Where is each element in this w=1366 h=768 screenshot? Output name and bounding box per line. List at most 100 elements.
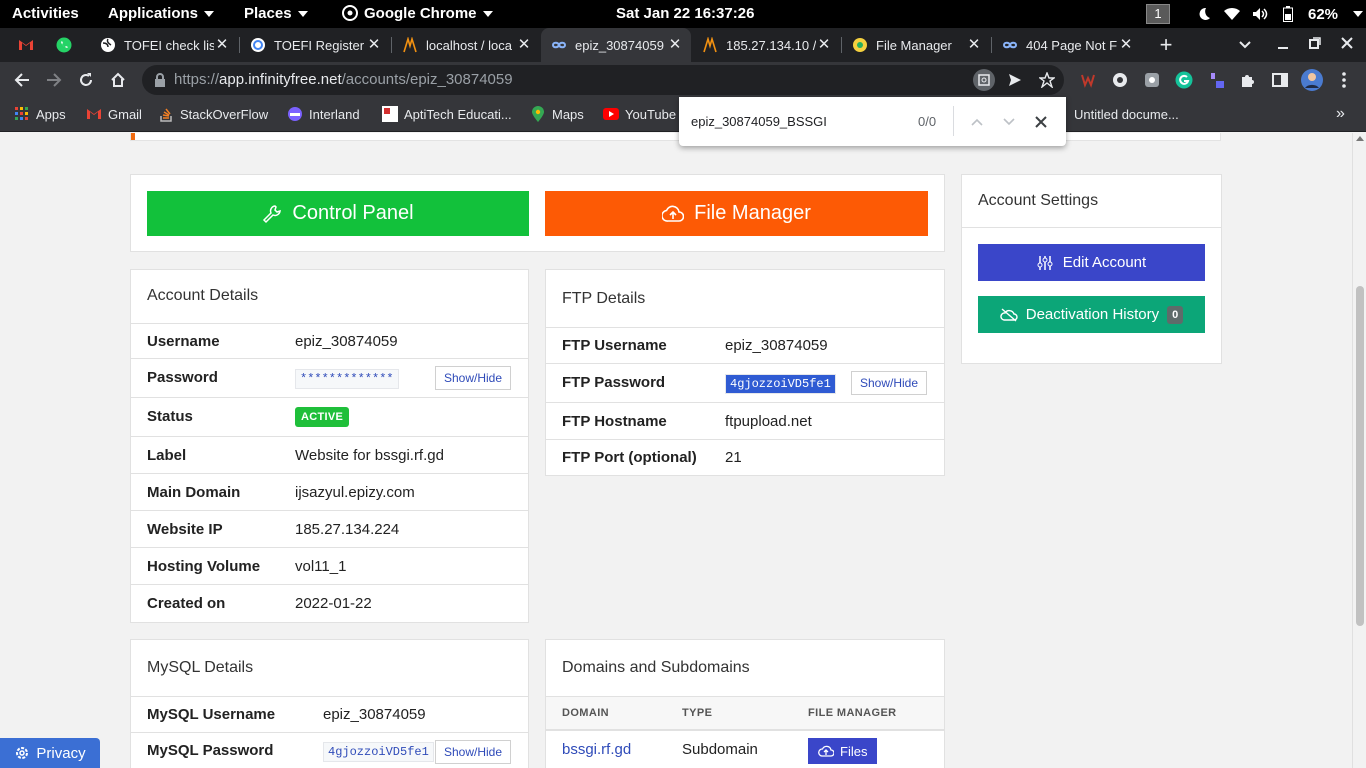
system-tray[interactable]: 62% xyxy=(1196,0,1366,28)
files-label: Files xyxy=(840,743,868,759)
bookmark-maps[interactable]: Maps xyxy=(530,98,584,130)
find-in-page-icon[interactable] xyxy=(973,69,995,91)
extensions-puzzle-icon[interactable] xyxy=(1238,70,1258,90)
address-bar[interactable]: https://app.infinityfree.net/accounts/ep… xyxy=(142,65,1064,95)
show-hide-mysql-password-button[interactable]: Show/Hide xyxy=(435,740,512,764)
bookmark-stackoverflow[interactable]: StackOverFlow xyxy=(158,98,268,130)
infinityfree-icon xyxy=(1002,37,1018,53)
row-key: Status xyxy=(147,408,193,425)
chevron-up-icon xyxy=(971,118,983,126)
row-key: FTP Password xyxy=(562,374,666,391)
close-tab-icon[interactable]: ✕ xyxy=(214,37,230,53)
show-hide-ftp-password-button[interactable]: Show/Hide xyxy=(851,371,928,395)
extension-red-icon[interactable] xyxy=(1078,70,1098,90)
control-panel-button[interactable]: Control Panel xyxy=(147,191,529,236)
scroll-up-arrow-icon[interactable] xyxy=(1356,136,1364,141)
close-tab-icon[interactable]: ✕ xyxy=(366,37,382,53)
bookmark-label: YouTube xyxy=(625,106,677,122)
tab-file-manager[interactable]: File Manager ✕ xyxy=(842,28,990,62)
places-menu[interactable]: Places xyxy=(244,0,308,28)
ftp-password-value[interactable]: 4gjozzoiVD5fe1 xyxy=(725,374,836,394)
chrome-menu-icon[interactable] xyxy=(1334,70,1354,90)
applications-menu[interactable]: Applications xyxy=(108,0,215,28)
password-masked: ************* xyxy=(295,369,399,389)
bookmark-apps[interactable]: Apps xyxy=(14,98,66,130)
privacy-button[interactable]: Privacy xyxy=(0,738,100,768)
account-details-title: Account Details xyxy=(131,270,528,324)
extension-gray-icon[interactable] xyxy=(1142,70,1162,90)
minimize-button[interactable] xyxy=(1267,28,1299,62)
deactivation-count-badge: 0 xyxy=(1167,305,1184,324)
gmail-icon xyxy=(18,37,34,53)
row-key: Website IP xyxy=(147,521,223,538)
bookmark-aptitech[interactable]: AptiTech Educati... xyxy=(382,98,512,130)
forward-button[interactable] xyxy=(42,68,66,92)
bookmark-gmail[interactable]: Gmail xyxy=(86,98,142,130)
tab-toefi-register[interactable]: TOEFI Register ✕ xyxy=(240,28,390,62)
extension-purple-icon[interactable] xyxy=(1206,70,1226,90)
side-panel-icon[interactable] xyxy=(1270,70,1290,90)
extension-ublock-icon[interactable] xyxy=(1110,70,1130,90)
tab-search-button[interactable] xyxy=(1229,28,1261,62)
home-button[interactable] xyxy=(106,68,130,92)
tab-whatsapp[interactable] xyxy=(46,28,84,62)
browser-toolbar: https://app.infinityfree.net/accounts/ep… xyxy=(0,62,1366,98)
workspace-indicator[interactable]: 1 xyxy=(1146,4,1170,24)
close-tab-icon[interactable]: ✕ xyxy=(966,37,982,53)
tab-epiz-active[interactable]: epiz_30874059 ✕ xyxy=(541,28,691,62)
edit-account-button[interactable]: Edit Account xyxy=(978,244,1205,281)
page-scrollbar[interactable] xyxy=(1352,133,1366,768)
reload-button[interactable] xyxy=(74,68,98,92)
bookmark-youtube[interactable]: YouTube xyxy=(603,98,676,130)
find-bar: 0/0 xyxy=(679,97,1066,146)
row-label: Label Website for bssgi.rf.gd xyxy=(131,437,528,474)
close-tab-icon[interactable]: ✕ xyxy=(816,37,832,53)
close-window-button[interactable] xyxy=(1331,28,1363,62)
bookmark-label: Maps xyxy=(552,106,584,122)
tab-localhost[interactable]: localhost / loca ✕ xyxy=(392,28,540,62)
tab-tofei-check-list[interactable]: TOFEI check list ✕ xyxy=(90,28,238,62)
domain-link[interactable]: bssgi.rf.gd xyxy=(562,741,631,758)
show-hide-password-button[interactable]: Show/Hide xyxy=(435,366,512,390)
bookmark-label: Interland xyxy=(309,106,360,122)
bookmark-interland[interactable]: Interland xyxy=(287,98,360,130)
scroll-thumb[interactable] xyxy=(1356,286,1364,626)
google-form-icon xyxy=(250,37,266,53)
find-close-button[interactable] xyxy=(1029,110,1053,134)
bookmark-untitled-doc[interactable]: Untitled docume... xyxy=(1074,98,1179,130)
tab-phpmyadmin-remote[interactable]: 185.27.134.10 /✕ xyxy=(692,28,840,62)
find-previous-button[interactable] xyxy=(965,110,989,134)
tab-gmail[interactable] xyxy=(8,28,46,62)
close-tab-icon[interactable]: ✕ xyxy=(1118,37,1134,53)
row-ftp-username: FTP Username epiz_30874059 xyxy=(546,328,944,364)
deactivation-history-button[interactable]: Deactivation History 0 xyxy=(978,296,1205,333)
apps-grid-icon xyxy=(14,106,30,122)
row-created-on: Created on 2022-01-22 xyxy=(131,585,528,622)
activities-button[interactable]: Activities xyxy=(12,0,79,28)
bookmark-star-icon[interactable] xyxy=(1036,69,1058,91)
find-next-button[interactable] xyxy=(997,110,1021,134)
file-manager-button[interactable]: File Manager xyxy=(545,191,928,236)
tab-404[interactable]: 404 Page Not F ✕ xyxy=(992,28,1142,62)
find-input[interactable] xyxy=(691,109,901,133)
ftp-details-title: FTP Details xyxy=(546,270,944,328)
places-label: Places xyxy=(244,5,292,22)
send-icon[interactable] xyxy=(1004,69,1026,91)
clock[interactable]: Sat Jan 22 16:37:26 xyxy=(616,0,754,28)
bookmarks-overflow-icon[interactable]: » xyxy=(1336,98,1345,130)
new-tab-button[interactable]: + xyxy=(1150,28,1182,62)
url-path: /accounts/epiz_30874059 xyxy=(341,71,513,88)
account-details-card: Account Details Username epiz_30874059 Pa… xyxy=(130,269,529,623)
close-tab-icon[interactable]: ✕ xyxy=(667,37,683,53)
files-button[interactable]: Files xyxy=(808,738,878,764)
close-tab-icon[interactable]: ✕ xyxy=(516,37,532,53)
arrow-right-icon xyxy=(47,73,62,87)
phpmyadmin-icon xyxy=(402,37,418,53)
row-key: MySQL Username xyxy=(147,706,276,723)
app-menu-chrome[interactable]: Google Chrome xyxy=(342,0,493,28)
profile-avatar[interactable] xyxy=(1301,69,1323,91)
maximize-button[interactable] xyxy=(1299,28,1331,62)
back-button[interactable] xyxy=(10,68,34,92)
grammarly-icon[interactable] xyxy=(1174,70,1194,90)
row-value: ftpupload.net xyxy=(725,413,812,430)
